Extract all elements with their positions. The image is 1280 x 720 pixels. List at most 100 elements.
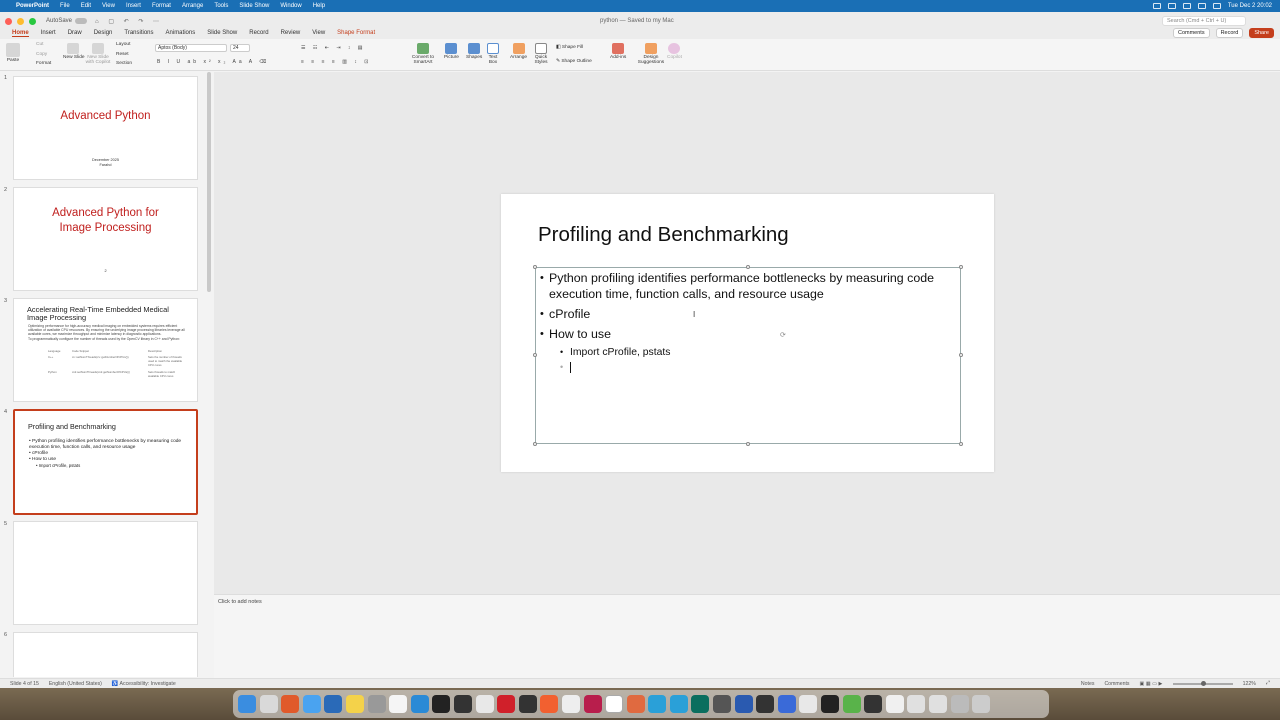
brave-icon[interactable] — [281, 695, 300, 713]
activity-monitor-icon[interactable] — [453, 695, 472, 713]
resize-handle[interactable] — [533, 442, 537, 446]
zoom-level[interactable]: 122% — [1243, 681, 1256, 687]
tab-review[interactable]: Review — [281, 30, 301, 36]
app-icon[interactable] — [583, 695, 602, 713]
reset-button[interactable]: Reset — [116, 52, 129, 57]
app-icon[interactable] — [756, 695, 775, 713]
app-icon[interactable] — [540, 695, 559, 713]
new-slide-button[interactable]: New Slide — [63, 43, 85, 60]
telegram-icon[interactable] — [648, 695, 667, 713]
format-painter-button[interactable]: Format — [36, 61, 51, 66]
bullet-item[interactable]: How to use — [540, 326, 958, 342]
status-icon[interactable] — [1152, 3, 1161, 9]
resize-handle[interactable] — [533, 265, 537, 269]
font-size-select[interactable]: 24 — [230, 44, 250, 52]
accessibility-indicator[interactable]: ♿ Accessibility: Investigate — [112, 681, 176, 687]
layout-button[interactable]: Layout — [116, 42, 130, 47]
new-slide-copilot-button[interactable]: New Slide with Copilot — [84, 43, 112, 65]
close-window-button[interactable] — [5, 17, 12, 25]
notes-pane[interactable]: Click to add notes — [214, 594, 1280, 678]
slide-thumbnail-6[interactable] — [13, 632, 198, 677]
app-icon[interactable] — [821, 695, 840, 713]
window-thumbnail[interactable] — [907, 695, 926, 713]
xcode-icon[interactable] — [324, 695, 343, 713]
menu-help[interactable]: Help — [313, 3, 325, 9]
autosave-toggle[interactable] — [75, 18, 88, 24]
bullet-item[interactable]: Python profiling identifies performance … — [540, 270, 958, 302]
list-buttons[interactable]: ☰ ☷ ⇤ ⇥ ↕ ▤ — [301, 45, 366, 51]
launchpad-icon[interactable] — [259, 695, 278, 713]
cut-button[interactable]: Cut — [36, 42, 43, 47]
quick-styles-button[interactable]: Quick Styles — [532, 43, 550, 65]
tab-transitions[interactable]: Transitions — [124, 30, 153, 36]
empty-sub-bullet[interactable] — [540, 361, 958, 374]
tab-draw[interactable]: Draw — [68, 30, 82, 36]
slide-thumbnail-4[interactable]: Profiling and Benchmarking • Python prof… — [13, 409, 198, 515]
resize-handle[interactable] — [959, 265, 963, 269]
tab-view[interactable]: View — [312, 30, 325, 36]
battery-icon[interactable] — [1212, 3, 1221, 9]
content-textbox[interactable]: ⟳ Python profiling identifies performanc… — [533, 265, 963, 446]
resize-handle[interactable] — [959, 353, 963, 357]
tab-shape-format[interactable]: Shape Format — [337, 30, 375, 36]
app-icon[interactable] — [799, 695, 818, 713]
search-input[interactable]: Search (Cmd + Ctrl + U) — [1162, 16, 1246, 26]
tab-home[interactable]: Home — [12, 30, 29, 37]
notes-app-icon[interactable] — [345, 695, 364, 713]
menu-format[interactable]: Format — [152, 3, 171, 9]
app-icon[interactable] — [669, 695, 688, 713]
safari-icon[interactable] — [302, 695, 321, 713]
slide-thumbnail-1[interactable]: Advanced Python December 2025 Farahd — [13, 76, 198, 180]
comments-status-button[interactable]: Comments — [1104, 681, 1129, 687]
picture-button[interactable]: Picture — [444, 43, 459, 60]
claude-icon[interactable] — [626, 695, 645, 713]
status-icon[interactable] — [1167, 3, 1176, 9]
slide-thumbnail-3[interactable]: Accelerating Real-Time Embedded Medical … — [13, 298, 198, 402]
paste-button[interactable]: Paste — [6, 43, 20, 63]
thumbnails-scrollbar[interactable] — [207, 72, 211, 292]
calendar-icon[interactable] — [605, 695, 624, 713]
convert-smartart-button[interactable]: Convert to SmartArt — [410, 43, 436, 65]
slide-thumbnail-2[interactable]: Advanced Python for Image Processing 2 — [13, 187, 198, 291]
arrange-button[interactable]: Arrange — [510, 43, 527, 60]
menu-edit[interactable]: Edit — [81, 3, 91, 9]
shape-outline-button[interactable]: ✎ Shape Outline — [556, 59, 592, 64]
alignment-buttons[interactable]: ≡ ≡ ≡ ≡ ▥ ↕ ⊡ — [301, 59, 371, 65]
language-indicator[interactable]: English (United States) — [49, 681, 102, 687]
copilot-button[interactable]: Copilot — [667, 43, 682, 60]
app-icon[interactable] — [777, 695, 796, 713]
text-box-button[interactable]: Text Box — [486, 43, 500, 65]
notes-placeholder[interactable]: Click to add notes — [218, 599, 262, 605]
fit-slide-icon[interactable]: ⤢ — [1266, 680, 1270, 687]
zoom-window-button[interactable] — [29, 17, 36, 25]
record-button[interactable]: Record — [1215, 28, 1244, 38]
resize-handle[interactable] — [746, 265, 750, 269]
wifi-icon[interactable] — [1197, 3, 1206, 9]
notes-button[interactable]: Notes — [1081, 681, 1095, 687]
opera-icon[interactable] — [497, 695, 516, 713]
window-thumbnail[interactable] — [950, 695, 969, 713]
quick-access-toolbar[interactable]: ⌂ ▢ ↶ ↷ ⋯ — [95, 18, 163, 25]
sub-bullet-item[interactable]: Import cProfile, pstats — [540, 346, 958, 359]
slide-thumbnail-5[interactable] — [13, 521, 198, 625]
textbox-content[interactable]: Python profiling identifies performance … — [540, 270, 958, 376]
status-icon[interactable] — [1182, 3, 1191, 9]
app-icon[interactable] — [691, 695, 710, 713]
system-settings-icon[interactable] — [367, 695, 386, 713]
bullet-item[interactable]: cProfile — [540, 306, 958, 322]
menu-window[interactable]: Window — [280, 3, 301, 9]
calendar-icon[interactable] — [389, 695, 408, 713]
trash-icon[interactable] — [972, 695, 991, 713]
design-suggestions-button[interactable]: Design Suggestions — [636, 43, 666, 65]
terminal-icon[interactable] — [432, 695, 451, 713]
current-slide[interactable]: Profiling and Benchmarking ⟳ Python prof… — [501, 194, 994, 472]
resize-handle[interactable] — [533, 353, 537, 357]
document-icon[interactable] — [885, 695, 904, 713]
vscode-icon[interactable] — [410, 695, 429, 713]
tab-slide-show[interactable]: Slide Show — [207, 30, 237, 36]
add-ins-button[interactable]: Add-ins — [610, 43, 626, 60]
window-thumbnail[interactable] — [929, 695, 947, 713]
menu-tools[interactable]: Tools — [214, 3, 228, 9]
comments-button[interactable]: Comments — [1172, 28, 1210, 38]
menubar-clock[interactable]: Tue Dec 2 20:02 — [1228, 3, 1272, 9]
